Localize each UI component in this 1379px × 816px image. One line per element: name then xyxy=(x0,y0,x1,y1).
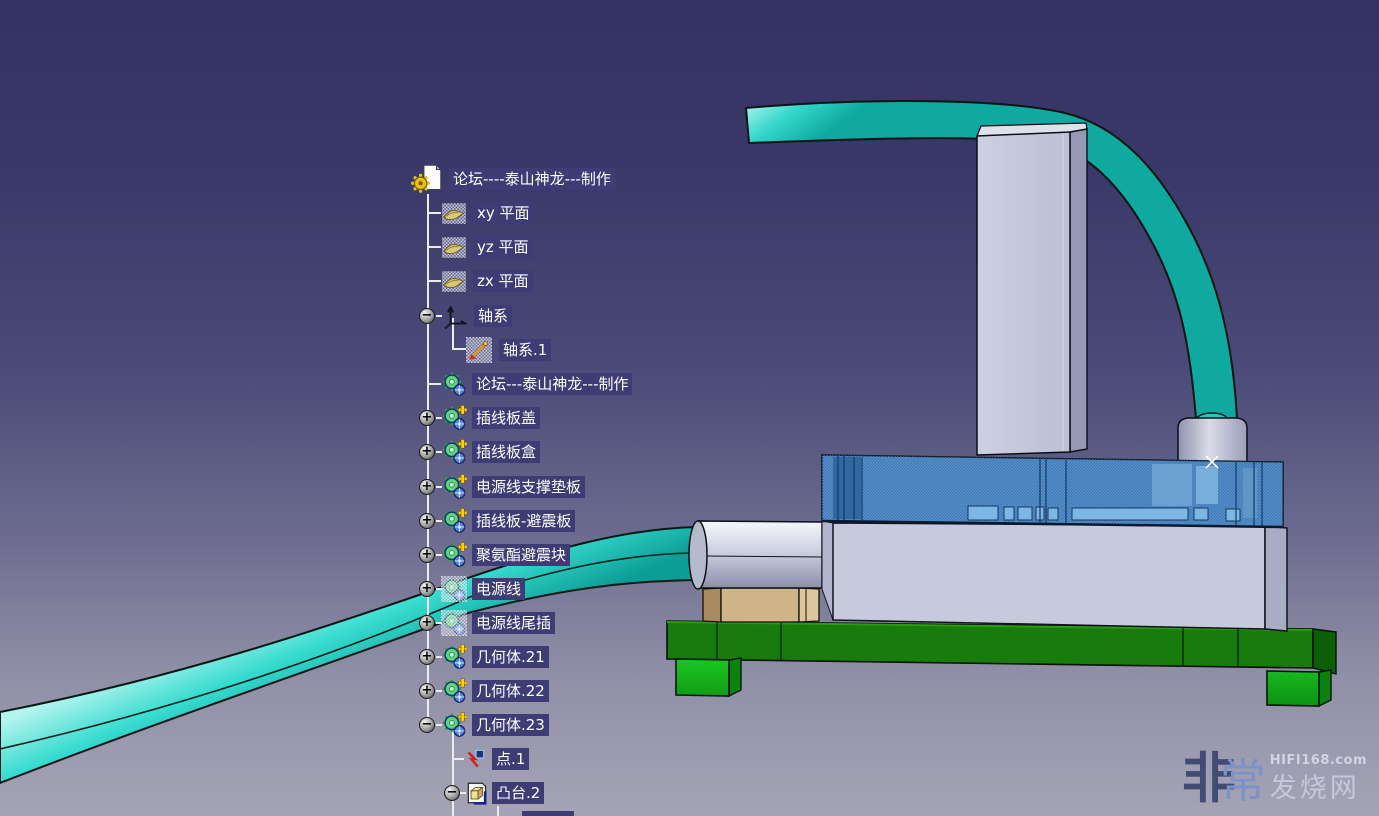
tree-item-label[interactable]: yz 平面 xyxy=(473,236,533,258)
tree-item-label[interactable]: 插线板-避震板 xyxy=(472,510,575,532)
part-icon xyxy=(411,163,443,195)
plane-icon xyxy=(441,268,467,294)
expand-toggle[interactable]: + xyxy=(419,581,435,597)
body-icon xyxy=(441,644,467,670)
plug-box-body[interactable] xyxy=(822,521,1287,631)
watermark-logo: 非常 xyxy=(1182,752,1266,806)
tree-item-axis-1[interactable]: 轴系.1 xyxy=(0,333,700,367)
tree-item-damper-plate[interactable]: + 插线板-避震板 xyxy=(0,504,700,538)
tree-item-label[interactable]: 点.1 xyxy=(492,748,529,770)
tree-item-yz-plane[interactable]: yz 平面 xyxy=(0,230,700,264)
body-hidden-icon xyxy=(441,610,467,636)
tree-item-support-pad[interactable]: + 电源线支撑垫板 xyxy=(0,470,700,504)
body-icon xyxy=(441,474,467,500)
tree-item-geobody-23[interactable]: − 几何体.23 xyxy=(0,708,700,742)
plane-icon xyxy=(441,234,467,260)
tree-item-label[interactable]: 几何体.22 xyxy=(472,680,549,702)
collapse-toggle[interactable]: − xyxy=(444,785,460,801)
plane-icon xyxy=(441,200,467,226)
tree-item-label[interactable]: 电源线 xyxy=(472,578,525,600)
tree-item-box[interactable]: + 插线板盒 xyxy=(0,435,700,469)
plug-cover-translucent[interactable] xyxy=(822,455,1283,527)
tree-item-power-cable[interactable]: + 电源线 xyxy=(0,572,700,606)
body-icon xyxy=(441,439,467,465)
pad-icon xyxy=(464,780,490,806)
tree-item-label[interactable]: 电源线支撑垫板 xyxy=(472,476,585,498)
tree-item-label[interactable]: 轴系 xyxy=(474,305,512,327)
cable-tail-connector[interactable] xyxy=(689,521,822,589)
tree-item-root[interactable]: 论坛----泰山神龙---制作 xyxy=(0,162,700,196)
body-icon xyxy=(441,678,467,704)
expand-toggle[interactable]: + xyxy=(419,479,435,495)
watermark-logo-glyph-right: 常 xyxy=(1220,754,1266,808)
body-icon xyxy=(441,371,467,397)
watermark: 非常 HIFI168.com 发烧网 xyxy=(1182,752,1367,806)
tree-item-pad-2[interactable]: − 凸台.2 xyxy=(0,776,700,810)
catia-viewport: 论坛----泰山神龙---制作 xy 平面 yz 平面 zx 平面 − 轴系 轴… xyxy=(0,0,1379,816)
expand-toggle[interactable]: + xyxy=(419,410,435,426)
body-hidden-icon xyxy=(441,576,467,602)
body-icon xyxy=(441,405,467,431)
watermark-name: 发烧网 xyxy=(1270,766,1367,805)
axis-system-icon xyxy=(443,303,469,329)
collapse-toggle[interactable]: − xyxy=(419,717,435,733)
body-icon xyxy=(441,542,467,568)
tree-item-label[interactable]: 凸台.2 xyxy=(492,782,544,804)
tree-item-geobody-22[interactable]: + 几何体.22 xyxy=(0,674,700,708)
tree-item-pu-block[interactable]: + 聚氨酯避震块 xyxy=(0,538,700,572)
tree-item-label[interactable]: 论坛---泰山神龙---制作 xyxy=(472,373,632,395)
tree-item-axis-system[interactable]: − 轴系 xyxy=(0,299,700,333)
plug-tower[interactable] xyxy=(977,123,1087,455)
tree-item-label[interactable]: 几何体.21 xyxy=(472,646,549,668)
axis-icon xyxy=(466,337,492,363)
tree-item-label[interactable]: 插线板盒 xyxy=(472,441,540,463)
cable-inlet-cylinder[interactable] xyxy=(1178,413,1247,463)
tree-item-zx-plane[interactable]: zx 平面 xyxy=(0,264,700,298)
cable-support-pad[interactable] xyxy=(703,588,819,622)
tree-item-xy-plane[interactable]: xy 平面 xyxy=(0,196,700,230)
tree-item-cable-tail[interactable]: + 电源线尾插 xyxy=(0,606,700,640)
tree-item-cover[interactable]: + 插线板盖 xyxy=(0,401,700,435)
expand-toggle[interactable]: + xyxy=(419,513,435,529)
expand-toggle[interactable]: + xyxy=(419,649,435,665)
body-icon xyxy=(441,508,467,534)
tree-item-label[interactable]: 插线板盖 xyxy=(472,407,540,429)
tree-item-label[interactable]: 电源线尾插 xyxy=(472,612,555,634)
tree-item-label[interactable]: zx 平面 xyxy=(473,270,533,292)
body-icon xyxy=(441,712,467,738)
collapse-toggle[interactable]: − xyxy=(419,308,435,324)
tree-item-geobody-21[interactable]: + 几何体.21 xyxy=(0,640,700,674)
expand-toggle[interactable]: + xyxy=(419,444,435,460)
tree-item-label[interactable]: xy 平面 xyxy=(473,202,534,224)
tree-item-label[interactable]: 聚氨酯避震块 xyxy=(472,544,570,566)
tree-item-partial[interactable] xyxy=(522,811,574,816)
tree-item-geoset[interactable]: 论坛---泰山神龙---制作 xyxy=(0,367,700,401)
tree-item-point-1[interactable]: 点.1 xyxy=(0,742,700,776)
tree-item-label[interactable]: 几何体.23 xyxy=(472,714,549,736)
foot-right[interactable] xyxy=(1267,670,1331,706)
expand-toggle[interactable]: + xyxy=(419,683,435,699)
expand-toggle[interactable]: + xyxy=(419,547,435,563)
expand-toggle[interactable]: + xyxy=(419,615,435,631)
point-icon xyxy=(462,746,488,772)
tree-item-label[interactable]: 论坛----泰山神龙---制作 xyxy=(449,168,615,190)
tree-item-label[interactable]: 轴系.1 xyxy=(499,339,551,361)
